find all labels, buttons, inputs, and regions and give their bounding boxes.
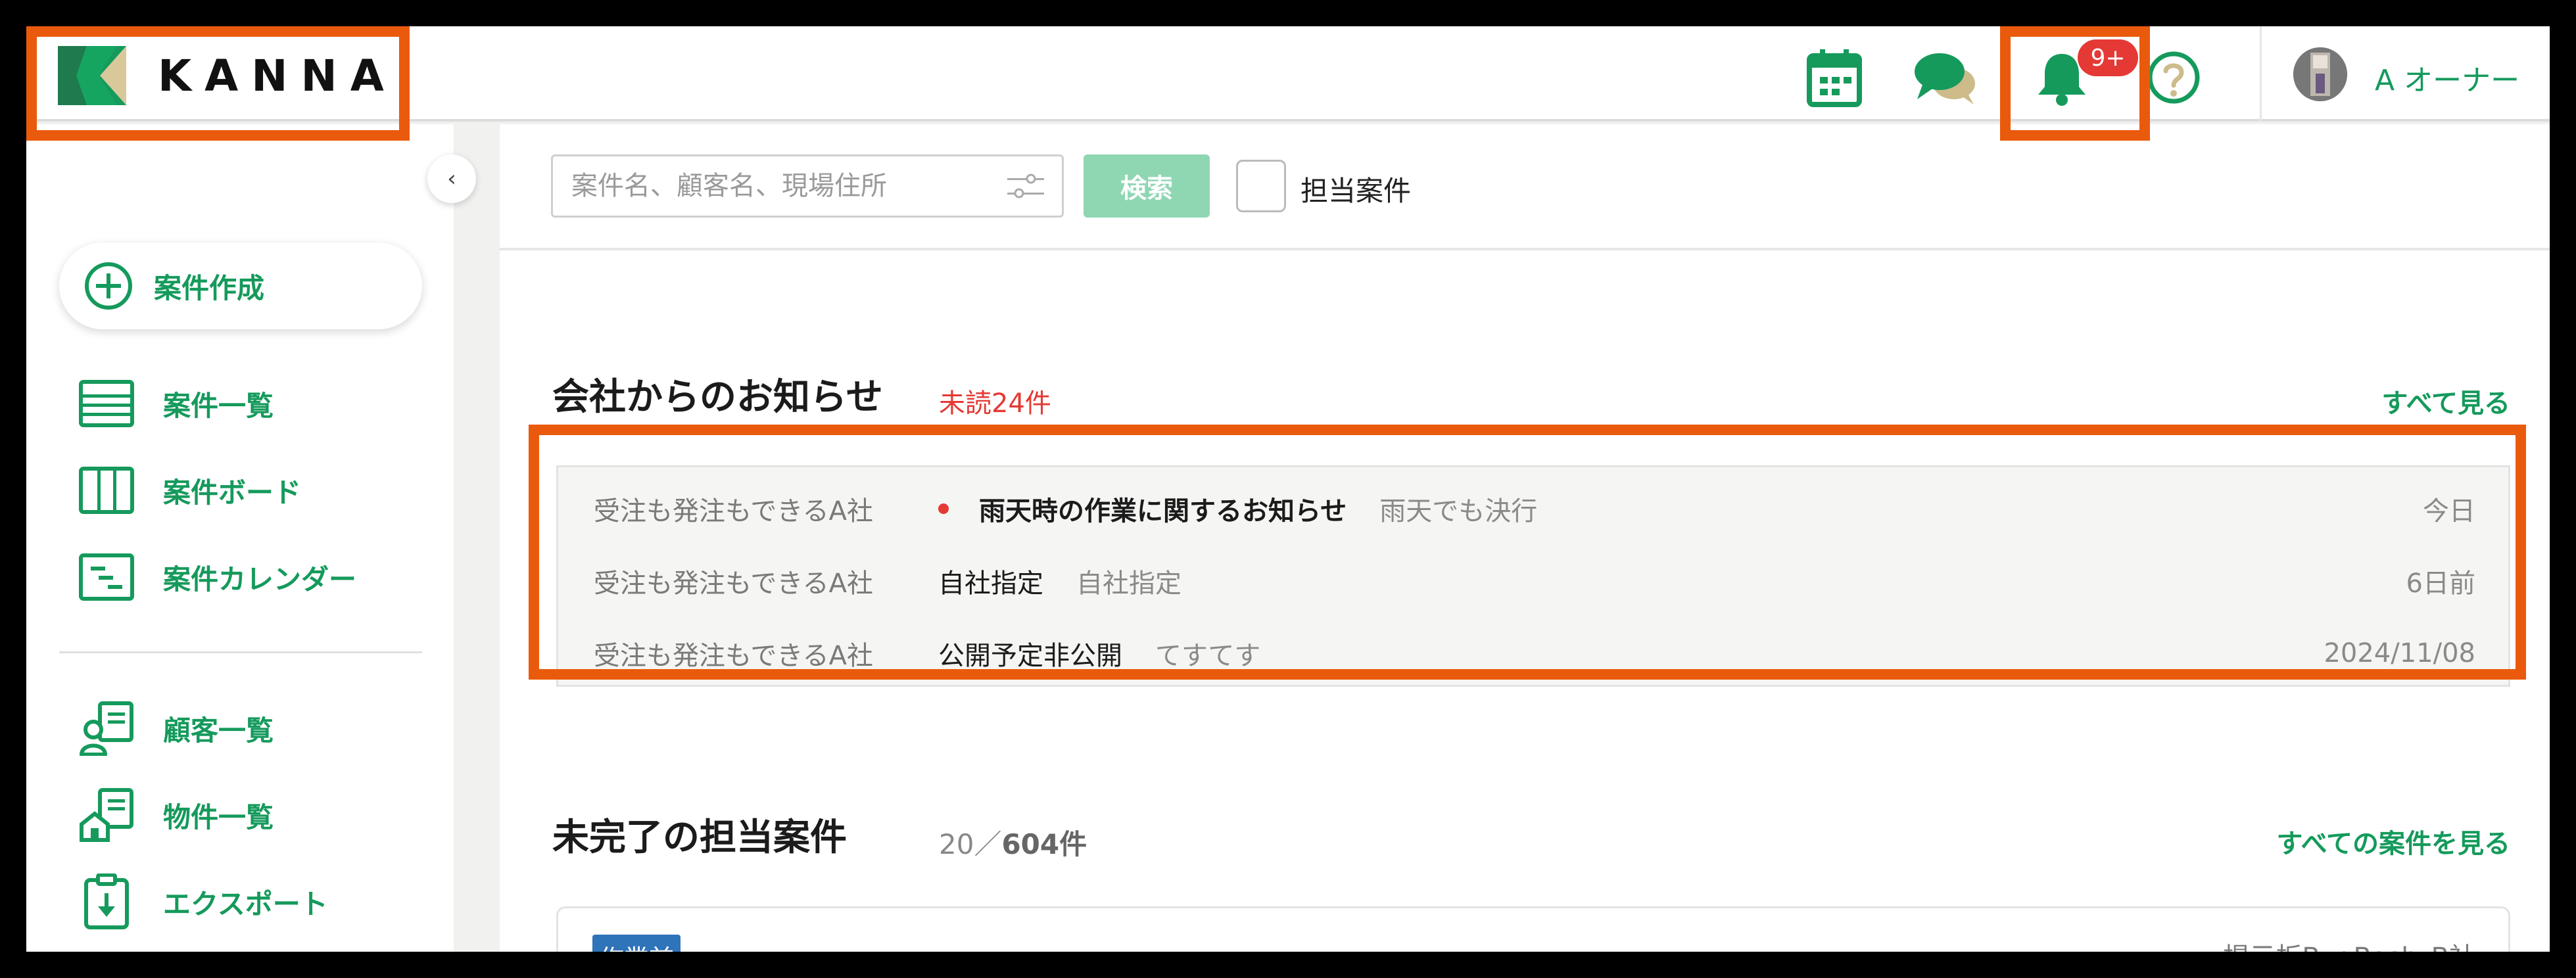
sidebar-divider (59, 651, 422, 653)
sidebar-item-label: 案件ボード (163, 476, 302, 509)
task-count-shown: 20／ (939, 828, 1002, 860)
sidebar-item-export[interactable]: エクスポート (79, 872, 328, 931)
sidebar-item-label: 顧客一覧 (163, 714, 274, 747)
calendar-button[interactable] (1801, 45, 1867, 110)
my-projects-label[interactable]: 担当案件 (1300, 169, 1411, 209)
task-count-total: 604件 (1001, 828, 1087, 860)
sidebar-item-property-list[interactable]: 物件一覧 (79, 785, 274, 845)
tasks-title: 未完了の担当案件 (552, 816, 847, 859)
help-icon (2147, 51, 2200, 104)
task-count: 20／604件 (939, 822, 1087, 862)
notices-see-all-link[interactable]: すべて見る (2381, 382, 2510, 420)
search-button[interactable]: 検索 (1084, 154, 1210, 218)
sidebar-item-customer-list[interactable]: 顧客一覧 (79, 699, 274, 758)
calendar-icon (1807, 49, 1862, 107)
header-divider (2260, 26, 2262, 122)
notices-title: 会社からのお知らせ (552, 376, 883, 419)
user-name[interactable]: A オーナー (2375, 57, 2519, 99)
task-company: 掲示板BugBash_B社 (2223, 936, 2475, 952)
chat-icon (1915, 53, 1975, 105)
sidebar-item-label: 物件一覧 (163, 801, 274, 833)
plus-circle-icon (85, 262, 132, 310)
gantt-icon (79, 549, 134, 605)
sidebar-item-label: 案件一覧 (163, 389, 274, 422)
highlight-notification (2000, 26, 2150, 141)
status-badge: 作業前 (592, 935, 681, 952)
sidebar-item-label: エクスポート (163, 887, 328, 920)
avatar[interactable] (2293, 47, 2347, 101)
highlight-logo (26, 26, 410, 141)
sidebar-item-label: 案件カレンダー (163, 563, 357, 595)
board-icon (79, 463, 134, 518)
customer-icon (79, 701, 134, 756)
app-window: KANNA 9+ A オーナー 案件作成 案件一覧 案件ボード 案件カレンダー … (26, 26, 2550, 952)
highlight-notice-list (529, 425, 2526, 680)
help-button[interactable] (2141, 45, 2206, 110)
tasks-see-all-link[interactable]: すべての案件を見る (2276, 822, 2510, 860)
search-input[interactable] (551, 154, 1064, 218)
sidebar-collapse-button[interactable]: ‹ (427, 154, 476, 203)
sidebar-item-project-calendar[interactable]: 案件カレンダー (79, 547, 356, 607)
create-project-label: 案件作成 (154, 271, 265, 304)
list-icon (79, 376, 134, 431)
search-bar: 検索 担当案件 (500, 124, 2550, 250)
export-icon (79, 873, 134, 929)
property-icon (79, 787, 134, 843)
sidebar-item-project-board[interactable]: 案件ボード (79, 461, 301, 520)
sidebar: 案件作成 案件一覧 案件ボード 案件カレンダー 顧客一覧 物件一覧 エクスポート (26, 124, 454, 952)
avatar-image (2293, 47, 2347, 101)
sidebar-item-project-list[interactable]: 案件一覧 (79, 374, 274, 433)
unread-count: 未読24件 (939, 388, 1051, 419)
task-card[interactable]: 作業前 掲示板BugBash_B社 (556, 906, 2510, 952)
chat-button[interactable] (1912, 45, 1978, 110)
filter-sliders-icon[interactable] (1006, 170, 1045, 203)
create-project-button[interactable]: 案件作成 (59, 243, 422, 329)
my-projects-checkbox[interactable] (1236, 160, 1286, 212)
chevron-left-icon: ‹ (447, 166, 456, 192)
